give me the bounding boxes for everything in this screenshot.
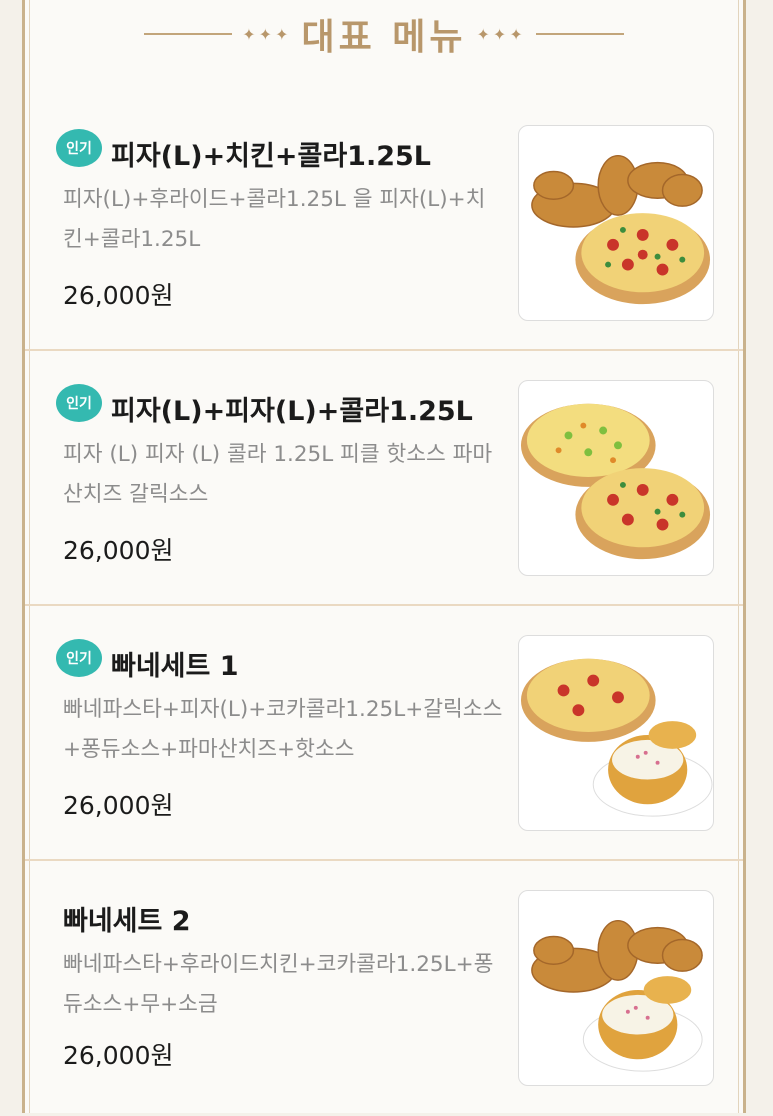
chicken-pane-pasta-image[interactable] bbox=[518, 890, 714, 1086]
pizza-pane-pasta-image[interactable] bbox=[518, 635, 714, 831]
menu-item-description: 피자 (L) 피자 (L) 콜라 1.25L 피클 핫소스 파마산치즈 갈릭소스 bbox=[63, 442, 493, 507]
menu-item-title: 피자(L)+치킨+콜라1.25L bbox=[111, 141, 431, 172]
menu-frame: ✦✦✦ 대표 메뉴 ✦✦✦ 인기 피자(L)+치킨+콜라1.25L 피자(L)+… bbox=[22, 0, 746, 1113]
menu-item-price: 26,000원 bbox=[63, 536, 174, 565]
popular-badge: 인기 bbox=[56, 129, 102, 167]
menu-item-title: 피자(L)+피자(L)+콜라1.25L bbox=[111, 396, 473, 427]
header-line-right bbox=[535, 33, 624, 35]
menu-item-price: 26,000원 bbox=[63, 281, 174, 310]
menu-item-price: 26,000원 bbox=[63, 791, 174, 820]
menu-item-title: 빠네세트 1 bbox=[111, 651, 239, 682]
menu-item-description: 피자(L)+후라이드+콜라1.25L 을 피자(L)+치킨+콜라1.25L bbox=[63, 187, 486, 252]
chicken-pizza-image[interactable] bbox=[518, 125, 714, 321]
menu-item-2[interactable]: 인기 피자(L)+피자(L)+콜라1.25L 피자 (L) 피자 (L) 콜라 … bbox=[25, 351, 743, 606]
menu-item-3[interactable]: 인기 빠네세트 1 빠네파스타+피자(L)+코카콜라1.25L+갈릭소스+퐁듀소… bbox=[25, 606, 743, 861]
section-header: ✦✦✦ 대표 메뉴 ✦✦✦ bbox=[25, 6, 743, 62]
menu-item-price: 26,000원 bbox=[63, 1041, 174, 1070]
section-title: 대표 메뉴 bbox=[301, 17, 467, 58]
two-pizzas-image[interactable] bbox=[518, 380, 714, 576]
popular-badge: 인기 bbox=[56, 639, 102, 677]
popular-badge: 인기 bbox=[56, 384, 102, 422]
menu-item-description: 빠네파스타+후라이드치킨+코카콜라1.25L+퐁듀소스+무+소금 bbox=[63, 952, 494, 1017]
menu-item-4[interactable]: 빠네세트 2 빠네파스타+후라이드치킨+코카콜라1.25L+퐁듀소스+무+소금 … bbox=[25, 861, 743, 1116]
header-stars-left: ✦✦✦ bbox=[242, 24, 292, 44]
menu-item-description: 빠네파스타+피자(L)+코카콜라1.25L+갈릭소스+퐁듀소스+파마산치즈+핫소… bbox=[63, 697, 503, 762]
menu-item-title: 빠네세트 2 bbox=[63, 906, 191, 937]
menu-item-1[interactable]: 인기 피자(L)+치킨+콜라1.25L 피자(L)+후라이드+콜라1.25L 을… bbox=[25, 96, 743, 351]
header-stars-right: ✦✦✦ bbox=[476, 24, 526, 44]
header-line-left bbox=[144, 33, 233, 35]
